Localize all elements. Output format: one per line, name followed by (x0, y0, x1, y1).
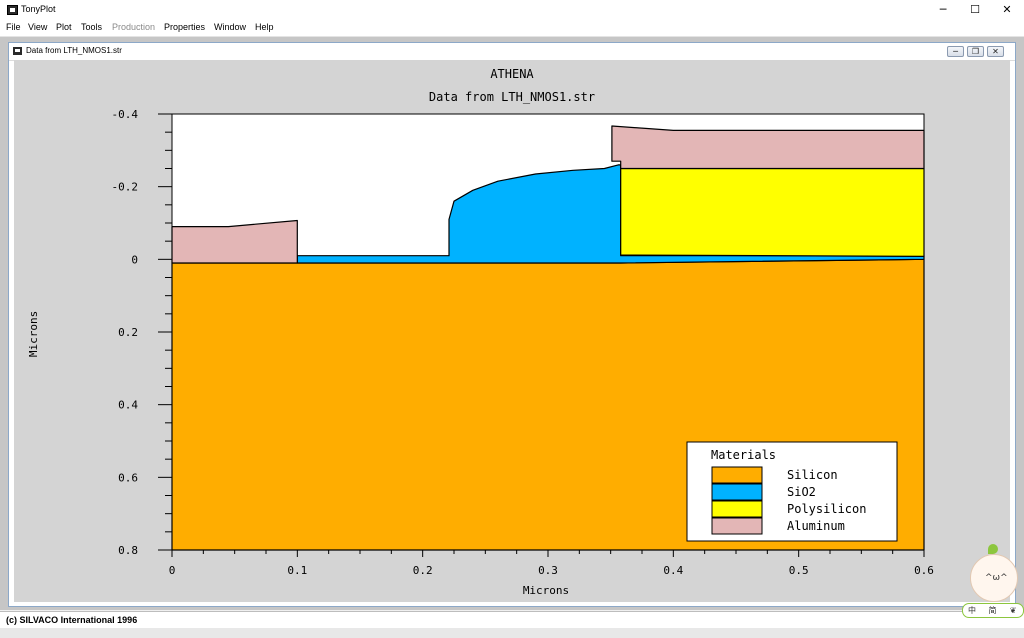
app-titlebar: TonyPlot ─ ☐ ✕ (0, 0, 1024, 20)
y-tick-label: 0 (131, 253, 138, 266)
y-tick-label: 0.8 (118, 544, 138, 557)
menu-bar: File View Plot Tools Production Properti… (0, 20, 1024, 37)
ime-skin-icon[interactable]: ❦ (1004, 604, 1022, 617)
y-tick-label: 0.2 (118, 326, 138, 339)
region-aluminum-3 (171, 219, 298, 264)
maximize-button[interactable]: ☐ (960, 2, 990, 18)
x-axis-label: Microns (523, 584, 569, 597)
x-axis: 0 0.1 0.2 0.3 0.4 0.5 0.6 (169, 549, 934, 577)
mascot-face-icon: ^ω^ (970, 554, 1018, 602)
tonyplot-app-icon (7, 5, 18, 15)
legend-swatch-sio2 (711, 483, 763, 501)
menu-window[interactable]: Window (214, 22, 246, 32)
x-tick-label: 0 (169, 564, 176, 577)
plot-window-minimize-button[interactable]: ─ (947, 46, 964, 57)
app-title: TonyPlot (21, 4, 56, 14)
x-tick-label: 0.1 (287, 564, 307, 577)
y-axis: -0.4 -0.2 0 0.2 0.4 0.6 0.8 (112, 108, 173, 557)
close-button[interactable]: ✕ (992, 2, 1022, 18)
ime-toolbar[interactable]: 中 简 ❦ (962, 603, 1024, 618)
x-tick-label: 0.4 (663, 564, 683, 577)
y-tick-label: -0.4 (112, 108, 139, 121)
legend: Materials Silicon SiO2 Polysilicon Aluminum (686, 441, 898, 542)
sprout-icon (988, 544, 998, 554)
y-axis-label: Microns (27, 311, 40, 357)
x-tick-label: 0.5 (789, 564, 809, 577)
menu-properties[interactable]: Properties (164, 22, 205, 32)
plot-window-title: Data from LTH_NMOS1.str (26, 46, 122, 55)
legend-label-polysilicon: Polysilicon (787, 502, 866, 516)
menu-production: Production (112, 22, 156, 32)
plot-window-close-button[interactable]: ✕ (987, 46, 1004, 57)
ime-chinese-mode[interactable]: 中 (963, 604, 981, 617)
status-text: (c) SILVACO International 1996 (6, 615, 138, 625)
legend-swatch-aluminum (711, 517, 763, 535)
menu-tools[interactable]: Tools (81, 22, 102, 32)
plot-window-titlebar[interactable]: Data from LTH_NMOS1.str ─ ❐ ✕ (9, 43, 1015, 61)
taskbar-strip (0, 628, 1024, 638)
plot-title: ATHENA (490, 67, 534, 81)
menu-help[interactable]: Help (255, 22, 274, 32)
legend-label-sio2: SiO2 (787, 485, 816, 499)
region-polysilicon-2 (620, 167, 925, 257)
legend-swatch-polysilicon (711, 500, 763, 518)
plot-subtitle: Data from LTH_NMOS1.str (429, 90, 595, 104)
status-bar: (c) SILVACO International 1996 (0, 611, 1024, 629)
menu-plot[interactable]: Plot (56, 22, 72, 32)
menu-file[interactable]: File (6, 22, 21, 32)
structure-plot[interactable]: ATHENA Data from LTH_NMOS1.str -0.4 -0.2 0… (14, 60, 1010, 602)
plot-window-icon (13, 47, 22, 55)
legend-label-silicon: Silicon (787, 468, 838, 482)
menu-view[interactable]: View (28, 22, 47, 32)
legend-label-aluminum: Aluminum (787, 519, 845, 533)
plot-panel: ATHENA Data from LTH_NMOS1.str -0.4 -0.2 0… (14, 60, 1010, 602)
y-tick-label: 0.6 (118, 471, 138, 484)
legend-title: Materials (711, 448, 776, 462)
plot-window-restore-button[interactable]: ❐ (967, 46, 984, 57)
ime-widget[interactable]: ^ω^ 中 简 ❦ (960, 540, 1024, 620)
x-tick-label: 0.3 (538, 564, 558, 577)
y-tick-label: -0.2 (112, 181, 139, 194)
ime-simplified-mode[interactable]: 简 (984, 604, 1002, 617)
x-tick-label: 0.6 (914, 564, 934, 577)
y-tick-label: 0.4 (118, 399, 138, 412)
region-aluminum-4 (611, 125, 925, 170)
minimize-button[interactable]: ─ (928, 2, 958, 18)
legend-swatch-silicon (711, 466, 763, 484)
x-tick-label: 0.2 (413, 564, 433, 577)
